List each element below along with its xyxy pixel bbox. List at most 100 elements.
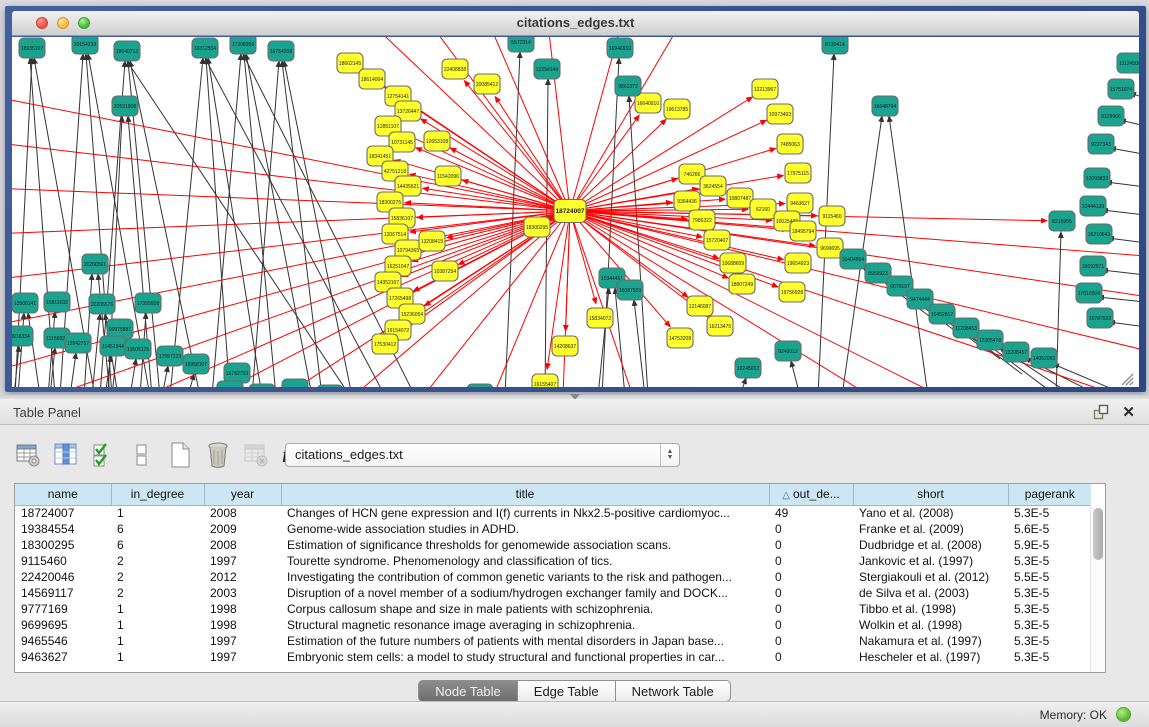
network-node[interactable]: 3918334 [12, 326, 33, 346]
table-cell[interactable]: 18300295 [15, 537, 111, 553]
network-node[interactable]: 17975115 [785, 163, 811, 183]
network-node[interactable]: 20206576 [89, 294, 115, 314]
network-node[interactable]: 15834072 [587, 308, 613, 328]
create-column-icon[interactable] [166, 441, 194, 469]
dropdown-stepper-icon[interactable]: ▲▼ [660, 444, 679, 466]
network-node[interactable]: 13540268 [467, 384, 493, 387]
network-node[interactable]: 16946910 [607, 38, 633, 58]
network-node[interactable]: 16782753 [224, 363, 250, 383]
table-cell[interactable]: 0 [769, 633, 853, 649]
network-node[interactable]: 9129966 [1098, 106, 1124, 126]
network-node[interactable]: 12254149 [534, 59, 560, 79]
table-cell[interactable]: Tibbo et al. (1998) [853, 601, 1008, 617]
table-cell[interactable]: 2008 [204, 505, 281, 521]
table-row[interactable]: 1830029562008Estimation of significance … [15, 537, 1091, 553]
table-cell[interactable]: 5.3E-5 [1008, 585, 1091, 601]
network-node[interactable]: 22408838 [442, 59, 468, 79]
table-cell[interactable]: de Silva et al. (2003) [853, 585, 1008, 601]
network-node[interactable]: 18935107 [19, 38, 45, 58]
select-all-icon[interactable] [90, 441, 118, 469]
network-node[interactable]: 20154233 [72, 37, 98, 54]
show-columns-icon[interactable] [52, 441, 80, 469]
network-node[interactable]: 16640910 [635, 93, 661, 113]
network-node[interactable]: 16155407 [532, 374, 558, 387]
table-scrollbar[interactable] [1090, 505, 1105, 672]
network-node[interactable]: 9463627 [787, 193, 813, 213]
unselect-all-icon[interactable] [128, 441, 156, 469]
resize-grip[interactable] [1120, 372, 1134, 386]
network-node[interactable]: 15811032 [44, 292, 70, 312]
network-node[interactable]: 16404954 [840, 249, 866, 269]
table-cell[interactable]: 14569117 [15, 585, 111, 601]
network-node[interactable]: 20085412 [474, 74, 500, 94]
column-header-pagerank[interactable]: pagerank [1008, 484, 1091, 505]
table-cell[interactable]: 0 [769, 617, 853, 633]
network-node[interactable]: 7485063 [777, 134, 803, 154]
table-row[interactable]: 969969511998Structural magnetic resonanc… [15, 617, 1091, 633]
table-cell[interactable]: 9699695 [15, 617, 111, 633]
table-cell[interactable]: 5.5E-5 [1008, 569, 1091, 585]
table-cell[interactable]: 18724007 [15, 505, 111, 521]
network-node[interactable]: 16787533 [1087, 308, 1113, 328]
network-node[interactable]: 9699695 [817, 238, 843, 258]
table-cell[interactable]: Genome-wide association studies in ADHD. [281, 521, 769, 537]
table-cell[interactable]: 5.3E-5 [1008, 553, 1091, 569]
column-header-in_degree[interactable]: in_degree [111, 484, 204, 505]
network-node[interactable]: 14208637 [552, 336, 578, 356]
table-cell[interactable]: Hescheler et al. (1997) [853, 649, 1008, 665]
table-cell[interactable]: 5.3E-5 [1008, 617, 1091, 633]
table-cell[interactable]: 1 [111, 649, 204, 665]
table-row[interactable]: 946554611997Estimation of the future num… [15, 633, 1091, 649]
network-node[interactable]: 18495794 [790, 221, 816, 241]
table-cell[interactable]: Yano et al. (2008) [853, 505, 1008, 521]
network-node[interactable]: 62160 [750, 199, 776, 219]
table-cell[interactable]: 9777169 [15, 601, 111, 617]
table-cell[interactable]: 6 [111, 537, 204, 553]
network-node[interactable]: 18614004 [359, 69, 385, 89]
network-node[interactable]: 9245013 [217, 381, 243, 387]
network-node[interactable]: 9474444 [907, 289, 933, 309]
table-mode-icon[interactable] [14, 441, 42, 469]
table-cell[interactable]: 2012 [204, 569, 281, 585]
table-cell[interactable]: 1997 [204, 633, 281, 649]
network-node[interactable]: 10387254 [432, 261, 458, 281]
network-node[interactable]: 18807249 [729, 274, 755, 294]
network-node[interactable]: 15720407 [704, 230, 730, 250]
network-node[interactable]: 10807487 [727, 188, 753, 208]
tab-edge-table[interactable]: Edge Table [518, 680, 616, 702]
network-node[interactable]: 17208956 [230, 37, 256, 54]
column-header-short[interactable]: short [853, 484, 1008, 505]
table-cell[interactable]: 1997 [204, 649, 281, 665]
network-node[interactable]: 9115460 [819, 206, 845, 226]
table-cell[interactable]: 1 [111, 633, 204, 649]
network-node[interactable]: 18602145 [337, 53, 363, 73]
network-node[interactable]: 17957223 [157, 346, 183, 366]
network-node[interactable]: 9861372 [615, 76, 641, 96]
column-header-name[interactable]: name [15, 484, 111, 505]
table-row[interactable]: 2242004622012Investigating the contribut… [15, 569, 1091, 585]
table-cell[interactable]: 5.6E-5 [1008, 521, 1091, 537]
table-cell[interactable]: 0 [769, 649, 853, 665]
network-node[interactable]: 20260561 [82, 254, 108, 274]
table-cell[interactable]: Changes of HCN gene expression and I(f) … [281, 505, 769, 521]
network-node[interactable]: 5572314 [508, 37, 534, 52]
table-cell[interactable]: 5.9E-5 [1008, 537, 1091, 553]
table-cell[interactable]: Wolkin et al. (1998) [853, 617, 1008, 633]
network-node[interactable]: 14753208 [667, 328, 693, 348]
network-node[interactable]: 9227343 [1088, 134, 1114, 154]
table-cell[interactable]: 2008 [204, 537, 281, 553]
network-node[interactable]: 13208457 [1003, 342, 1029, 362]
network-node[interactable]: 12305478 [977, 330, 1003, 350]
network-node[interactable]: 14052083 [1031, 348, 1057, 368]
table-cell[interactable]: 1 [111, 601, 204, 617]
table-cell[interactable]: Disruption of a novel member of a sodium… [281, 585, 769, 601]
table-cell[interactable]: Structural magnetic resonance image aver… [281, 617, 769, 633]
network-node[interactable]: 15692971 [1080, 256, 1106, 276]
table-cell[interactable]: Dudbridge et al. (2008) [853, 537, 1008, 553]
table-cell[interactable]: 0 [769, 569, 853, 585]
network-node[interactable]: 3624554 [700, 176, 726, 196]
network-node[interactable]: 13208415 [419, 231, 445, 251]
table-cell[interactable]: 0 [769, 537, 853, 553]
network-node[interactable]: 12146087 [687, 296, 713, 316]
network-node[interactable]: 19245012 [735, 358, 761, 378]
